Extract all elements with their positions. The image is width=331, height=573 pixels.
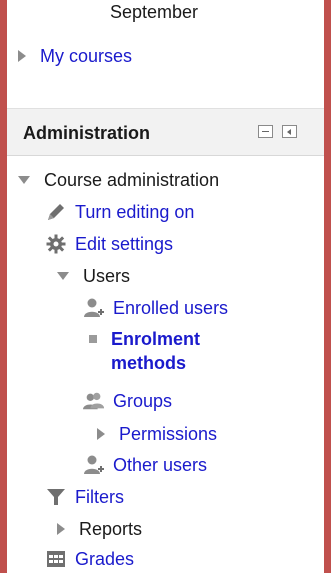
grades-link[interactable]: Grades <box>75 549 134 570</box>
tree-course-administration[interactable]: Course administration <box>18 166 219 194</box>
expand-arrow-icon[interactable] <box>57 523 65 535</box>
tree-groups[interactable]: Groups <box>83 387 172 415</box>
frame-border: September My courses Administration Cour… <box>0 0 331 573</box>
user-add-icon <box>83 297 105 319</box>
admin-tree: Course administration Turn editing on Ed… <box>7 0 324 573</box>
users-group-icon <box>83 390 105 412</box>
users-label: Users <box>83 265 131 286</box>
tree-turn-editing-on[interactable]: Turn editing on <box>45 198 194 226</box>
enrolment-methods-line1[interactable]: Enrolment <box>111 327 200 351</box>
filter-icon <box>45 486 67 508</box>
table-grid-icon <box>45 548 67 570</box>
tree-grades[interactable]: Grades <box>45 545 134 573</box>
edit-settings-link[interactable]: Edit settings <box>75 234 173 255</box>
tree-permissions[interactable]: Permissions <box>97 420 217 448</box>
other-users-link[interactable]: Other users <box>113 455 207 476</box>
tree-enrolled-users[interactable]: Enrolled users <box>83 294 228 322</box>
tree-enrolment-methods[interactable]: Enrolment methods <box>83 327 200 379</box>
tree-reports[interactable]: Reports <box>57 515 142 543</box>
collapse-arrow-icon[interactable] <box>18 176 30 184</box>
tree-edit-settings[interactable]: Edit settings <box>45 230 173 258</box>
enrolment-methods-line2[interactable]: methods <box>111 351 200 375</box>
course-administration-label: Course administration <box>44 169 220 190</box>
tree-other-users[interactable]: Other users <box>83 451 207 479</box>
pencil-icon <box>45 201 67 223</box>
expand-arrow-icon[interactable] <box>97 428 105 440</box>
sidebar-panel: September My courses Administration Cour… <box>7 0 324 573</box>
gear-icon <box>45 233 67 255</box>
bullet-icon <box>89 335 97 343</box>
collapse-arrow-icon[interactable] <box>57 272 69 280</box>
user-add-icon <box>83 454 105 476</box>
tree-users[interactable]: Users <box>57 262 130 290</box>
turn-editing-on-link[interactable]: Turn editing on <box>75 202 194 223</box>
permissions-link[interactable]: Permissions <box>119 424 217 445</box>
groups-link[interactable]: Groups <box>113 391 172 412</box>
tree-filters[interactable]: Filters <box>45 483 124 511</box>
reports-label: Reports <box>79 518 143 539</box>
enrolled-users-link[interactable]: Enrolled users <box>113 298 228 319</box>
filters-link[interactable]: Filters <box>75 487 124 508</box>
